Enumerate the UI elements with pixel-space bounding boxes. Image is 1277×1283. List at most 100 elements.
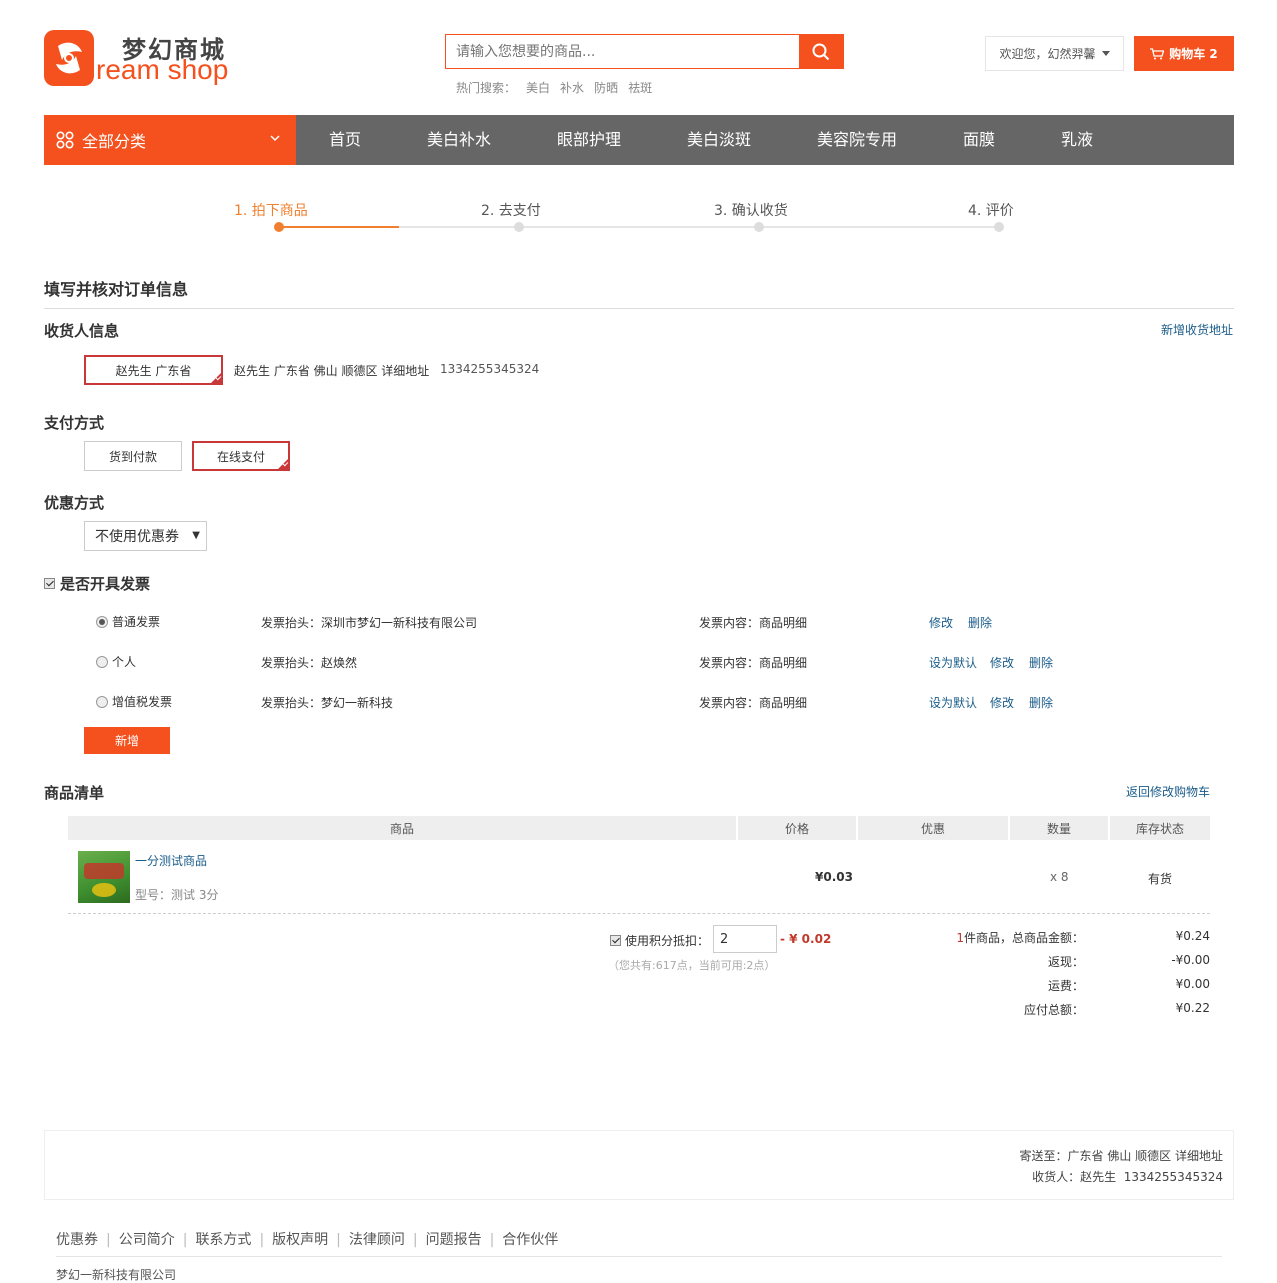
points-discount: - ¥ 0.02 — [780, 932, 832, 946]
selected-check-icon — [277, 458, 289, 470]
coupon-select[interactable]: 不使用优惠券 ▼ — [84, 521, 207, 551]
search-button[interactable] — [799, 35, 843, 68]
invoice-delete-link[interactable]: 删除 — [1029, 694, 1053, 711]
product-name-link[interactable]: 一分测试商品 — [135, 852, 207, 869]
invoice-type-option[interactable]: 普通发票 — [96, 613, 160, 630]
footer-link[interactable]: 法律顾问 — [349, 1232, 405, 1248]
summary-payable-label: 应付总额： — [1023, 1003, 1084, 1017]
invoice-checkbox[interactable] — [44, 578, 55, 589]
nav-item[interactable]: 乳液 — [1061, 115, 1093, 165]
summary-count: 1件商品，总商品金额： — [956, 929, 1084, 946]
address-card-label: 赵先生 广东省 — [115, 363, 192, 378]
hot-term[interactable]: 补水 — [560, 81, 584, 95]
invoice-delete-link[interactable]: 删除 — [1029, 654, 1053, 671]
points-checkbox[interactable] — [610, 935, 621, 946]
address-card-selected[interactable]: 赵先生 广东省 — [84, 355, 223, 385]
invoice-type-option[interactable]: 个人 — [96, 653, 136, 670]
logo[interactable]: 梦幻商城 ream shop — [44, 28, 244, 90]
points-label: 使用积分抵扣： — [625, 934, 710, 948]
footer-link[interactable]: 公司简介 — [119, 1232, 175, 1248]
caret-down-icon — [1101, 51, 1110, 56]
main-nav: 全部分类 首页 美白补水 眼部护理 美白淡斑 美容院专用 面膜 乳液 — [44, 115, 1234, 165]
invoice-type-label: 增值税发票 — [112, 695, 173, 709]
welcome-text: 欢迎您，幻然羿馨 — [999, 47, 1096, 61]
points-toggle: 使用积分抵扣： — [610, 932, 709, 949]
payment-option-online[interactable]: 在线支付 — [192, 441, 290, 471]
column-header-discount: 优惠 — [858, 816, 1008, 840]
invoice-set-default-link[interactable]: 设为默认 — [929, 694, 977, 711]
footer-company: 梦幻一新科技有限公司 — [56, 1268, 177, 1282]
step-3: 3. 确认收货 — [714, 203, 788, 219]
hot-term[interactable]: 防晒 — [594, 81, 618, 95]
product-image[interactable] — [78, 851, 130, 903]
selected-check-icon — [210, 372, 222, 384]
goods-divider — [68, 913, 1210, 914]
footer-link[interactable]: 问题报告 — [426, 1232, 482, 1248]
hot-term[interactable]: 祛斑 — [628, 81, 652, 95]
delivery-to: 寄送至：广东省 佛山 顺德区 详细地址 — [1019, 1149, 1223, 1163]
invoice-radio[interactable] — [96, 655, 108, 668]
step-1: 1. 拍下商品 — [234, 203, 308, 219]
footer-link[interactable]: 合作伙伴 — [502, 1232, 558, 1248]
product-model: 型号：测试 3分 — [135, 888, 219, 902]
invoice-edit-link[interactable]: 修改 — [929, 614, 953, 631]
column-header-qty: 数量 — [1010, 816, 1108, 840]
cart-label: 购物车 2 — [1169, 47, 1218, 61]
invoice-radio[interactable] — [96, 615, 108, 628]
add-address-link[interactable]: 新增收货地址 — [1161, 321, 1233, 338]
step-progress — [279, 226, 399, 228]
back-to-cart-link[interactable]: 返回修改购物车 — [1126, 783, 1210, 800]
nav-item[interactable]: 美容院专用 — [817, 115, 897, 165]
invoice-type-option[interactable]: 增值税发票 — [96, 693, 172, 710]
delivery-receiver: 收货人：赵先生 — [1032, 1170, 1117, 1184]
step-dot — [754, 222, 764, 232]
column-header-price: 价格 — [738, 816, 856, 840]
hot-search: 热门搜索： 美白 补水 防晒 祛斑 — [456, 79, 662, 96]
nav-item[interactable]: 美白淡斑 — [687, 115, 751, 165]
invoice-set-default-link[interactable]: 设为默认 — [929, 654, 977, 671]
all-categories-label: 全部分类 — [82, 132, 147, 151]
product-stock: 有货 — [1148, 872, 1173, 886]
invoice-delete-link[interactable]: 删除 — [968, 614, 992, 631]
summary-shipping: ¥0.00 — [1175, 977, 1210, 991]
invoice-content: 发票内容：商品明细 — [699, 696, 808, 710]
hot-search-label: 热门搜索： — [456, 81, 517, 95]
footer-link[interactable]: 版权声明 — [272, 1232, 328, 1248]
summary-payable: ¥0.22 — [1175, 1001, 1210, 1015]
nav-item-home[interactable]: 首页 — [329, 115, 361, 165]
invoice-edit-link[interactable]: 修改 — [990, 654, 1014, 671]
invoice-type-label: 普通发票 — [112, 615, 161, 629]
nav-item[interactable]: 眼部护理 — [557, 115, 621, 165]
receiver-title: 收货人信息 — [44, 322, 120, 340]
invoice-edit-link[interactable]: 修改 — [990, 694, 1014, 711]
user-menu[interactable]: 欢迎您，幻然羿馨 — [985, 36, 1124, 71]
all-categories-button[interactable]: 全部分类 — [44, 115, 296, 165]
coupon-title: 优惠方式 — [44, 494, 105, 512]
footer-link[interactable]: 优惠券 — [56, 1232, 98, 1248]
summary-total: ¥0.24 — [1175, 929, 1210, 943]
payment-option-cod[interactable]: 货到付款 — [84, 441, 182, 471]
invoice-toggle: 是否开具发票 — [44, 573, 150, 594]
search-input[interactable] — [446, 35, 800, 68]
product-qty: x 8 — [1050, 870, 1069, 884]
step-dot-active — [274, 222, 284, 232]
summary-rebate-label: 返现： — [1047, 955, 1084, 969]
summary-rebate: -¥0.00 — [1171, 953, 1210, 967]
nav-item[interactable]: 面膜 — [963, 115, 995, 165]
invoice-radio[interactable] — [96, 695, 108, 708]
points-note: （您共有:617点，当前可用:2点） — [608, 959, 776, 972]
step-dot — [514, 222, 524, 232]
points-input[interactable] — [713, 925, 777, 953]
column-header-product: 商品 — [68, 816, 736, 840]
cart-icon — [1150, 47, 1165, 59]
cart-button[interactable]: 购物车 2 — [1134, 36, 1234, 71]
goods-title: 商品清单 — [44, 784, 105, 802]
nav-item[interactable]: 美白补水 — [427, 115, 491, 165]
invoice-type-label: 个人 — [112, 655, 137, 669]
add-invoice-button[interactable]: 新增 — [84, 727, 170, 754]
invoice-head: 发票抬头：赵焕然 — [261, 656, 358, 670]
coupon-selected-value: 不使用优惠券 — [95, 529, 179, 545]
grid-icon — [56, 131, 74, 149]
hot-term[interactable]: 美白 — [526, 81, 550, 95]
footer-link[interactable]: 联系方式 — [195, 1232, 251, 1248]
